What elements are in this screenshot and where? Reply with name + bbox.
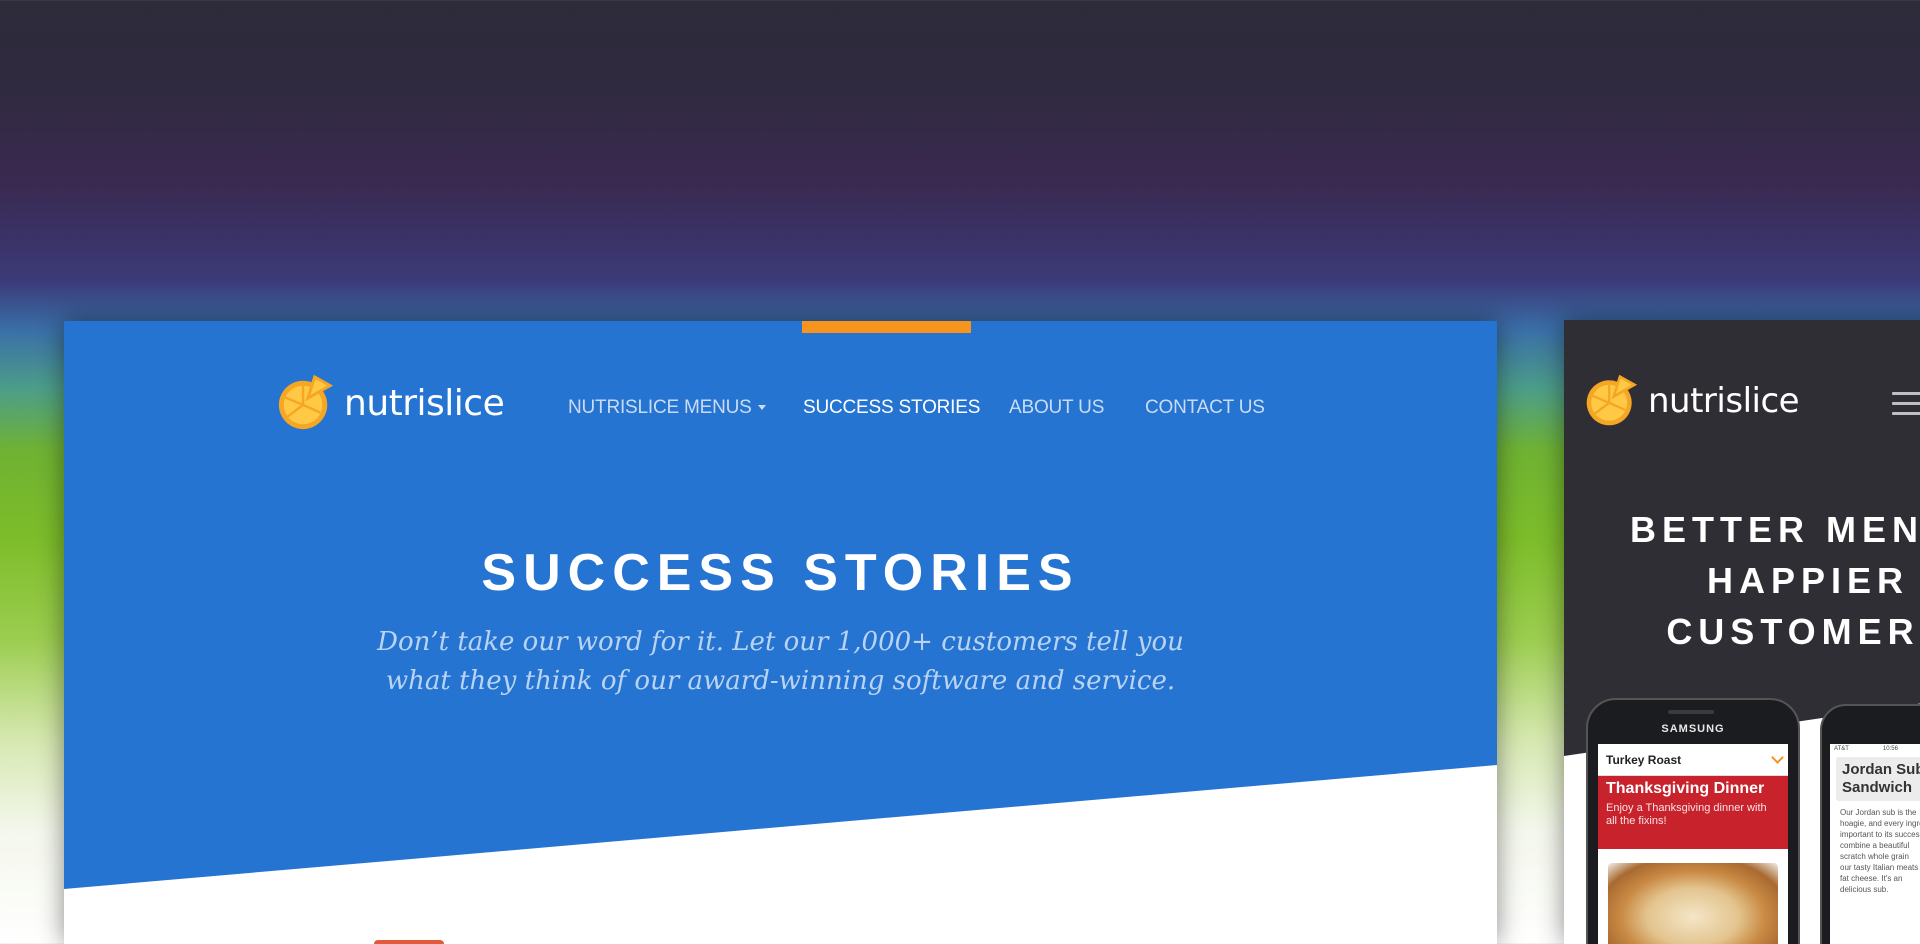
- nav-nutrislice-menus[interactable]: NUTRISLICE MENUS: [568, 397, 766, 419]
- desc-line: our tasty Italian meats: [1840, 863, 1919, 872]
- site-logo[interactable]: nutrislice: [276, 374, 505, 432]
- feature-title: Thanksgiving Dinner: [1606, 780, 1765, 797]
- feature-description: Enjoy a Thanksgiving dinner with all the…: [1606, 802, 1767, 827]
- phone-screen: Turkey Roast Thanksgiving Dinner Enjoy a…: [1598, 744, 1788, 944]
- item-title-line: Sandwich: [1842, 779, 1913, 796]
- desc-line: Our Jordan sub is the: [1840, 808, 1917, 817]
- menu-select-value: Turkey Roast: [1606, 752, 1682, 767]
- orange-slice-icon: [1586, 374, 1638, 426]
- desc-line: scratch whole grain: [1840, 852, 1909, 861]
- logo-wordmark: nutrislice: [344, 382, 505, 424]
- hamburger-menu-icon[interactable]: [1892, 392, 1920, 422]
- page-title: SUCCESS STORIES: [481, 544, 1080, 602]
- mobile-site-logo[interactable]: nutrislice: [1584, 374, 1800, 428]
- nav-contact-us[interactable]: CONTACT US: [1145, 397, 1265, 419]
- food-photo: [1608, 863, 1778, 944]
- active-nav-indicator: [802, 321, 971, 333]
- desc-line: hoagie, and every ingredient: [1840, 819, 1920, 828]
- feature-banner: Thanksgiving Dinner Enjoy a Thanksgiving…: [1598, 776, 1788, 849]
- mobile-screenshot: nutrislice BETTER MENUS HAPPIER CUSTOMER…: [1564, 320, 1920, 944]
- item-card: Jordan Sub Sandwich: [1836, 757, 1920, 801]
- nav-success-stories[interactable]: SUCCESS STORIES: [803, 397, 980, 419]
- phone-screen: AT&T 10:56 Jordan Sub Sandwich Our Jorda…: [1830, 744, 1920, 944]
- carrier: AT&T: [1834, 746, 1849, 752]
- status-bar: AT&T 10:56: [1830, 744, 1920, 754]
- headline-line: HAPPIER: [1706, 560, 1910, 601]
- logo-wordmark: nutrislice: [1648, 381, 1800, 421]
- hero-subtitle: Don’t take our word for it. Let our 1,00…: [64, 623, 1497, 701]
- headline-line: CUSTOMERS: [1666, 611, 1920, 652]
- nav-about-us[interactable]: ABOUT US: [1009, 397, 1104, 419]
- content-peek: [374, 940, 444, 944]
- desc-line: fat cheese. It's an: [1840, 874, 1903, 883]
- item-title: Jordan Sub Sandwich: [1842, 761, 1920, 797]
- mobile-headline: BETTER MENUS HAPPIER CUSTOMERS: [1564, 504, 1920, 657]
- desc-line: combine a beautiful: [1840, 841, 1910, 850]
- desc-line: delicious sub.: [1840, 885, 1889, 894]
- nav-label: NUTRISLICE MENUS: [568, 397, 752, 418]
- desktop-screenshot: nutrislice NUTRISLICE MENUS SUCCESS STOR…: [64, 321, 1497, 944]
- menu-select[interactable]: Turkey Roast: [1598, 744, 1788, 776]
- item-title-line: Jordan Sub: [1842, 761, 1920, 778]
- phone-speaker: [1668, 710, 1714, 714]
- hero-subtitle-line: Don’t take our word for it. Let our 1,00…: [377, 627, 1184, 657]
- hero-subtitle-line: what they think of our award-winning sof…: [385, 666, 1176, 696]
- iphone-mockup: AT&T 10:56 Jordan Sub Sandwich Our Jorda…: [1820, 704, 1920, 944]
- chevron-down-icon: [1771, 751, 1784, 764]
- phone-brand: SAMSUNG: [1661, 723, 1725, 735]
- orange-slice-icon: [278, 374, 334, 430]
- clock: 10:56: [1882, 746, 1898, 752]
- headline-line: BETTER MENUS: [1629, 509, 1920, 550]
- caret-down-icon: [757, 405, 766, 411]
- samsung-phone-mockup: SAMSUNG Turkey Roast Thanksgiving Dinner…: [1586, 698, 1800, 944]
- desc-line: important to its success.: [1840, 830, 1920, 839]
- item-description: Our Jordan sub is the hoagie, and every …: [1840, 807, 1920, 895]
